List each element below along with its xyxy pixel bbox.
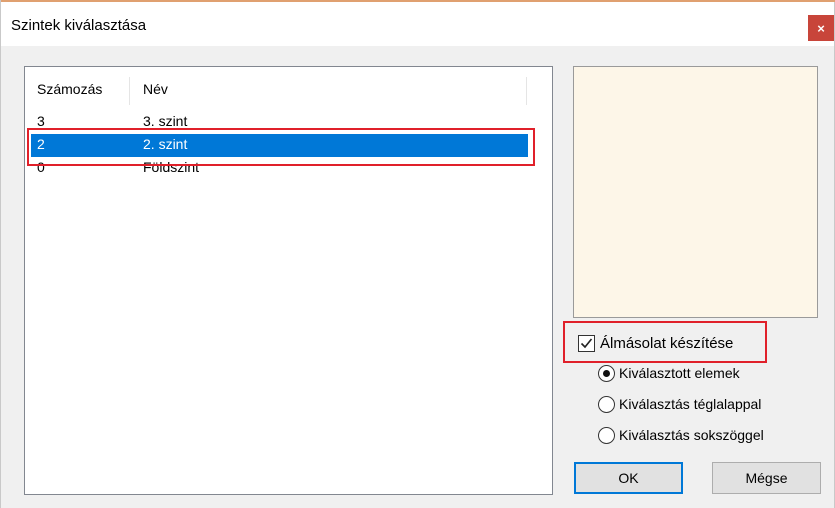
ok-button[interactable]: OK [574, 462, 683, 494]
titlebar[interactable]: Szintek kiválasztása × [1, 2, 834, 46]
cancel-button[interactable]: Mégse [712, 462, 821, 494]
copy-checkbox-label[interactable]: Álmásolat készítése [600, 335, 733, 352]
column-header-name[interactable]: Név [143, 81, 168, 97]
row-number: 3 [37, 113, 45, 129]
close-icon: × [817, 20, 825, 36]
level-preview-panel [573, 66, 818, 318]
radio-label[interactable]: Kiválasztás sokszöggel [619, 427, 764, 443]
dialog-window: Szintek kiválasztása × Számozás Név 3 3.… [0, 0, 835, 508]
radio-label[interactable]: Kiválasztott elemek [619, 365, 740, 381]
close-button[interactable]: × [808, 15, 834, 41]
radio-selected-dot-icon [603, 370, 610, 377]
radio-button[interactable] [598, 396, 615, 413]
window-title: Szintek kiválasztása [11, 17, 147, 34]
column-separator[interactable] [129, 77, 130, 105]
column-header-number[interactable]: Számozás [37, 81, 102, 97]
radio-button[interactable] [598, 427, 615, 444]
checkmark-icon [580, 338, 593, 349]
radio-button[interactable] [598, 365, 615, 382]
selection-highlight-annotation [27, 128, 535, 166]
radio-label[interactable]: Kiválasztás téglalappal [619, 396, 761, 412]
list-header: Számozás Név [25, 67, 552, 107]
copy-checkbox[interactable] [578, 335, 595, 352]
column-separator[interactable] [526, 77, 527, 105]
row-name: 3. szint [143, 113, 188, 129]
